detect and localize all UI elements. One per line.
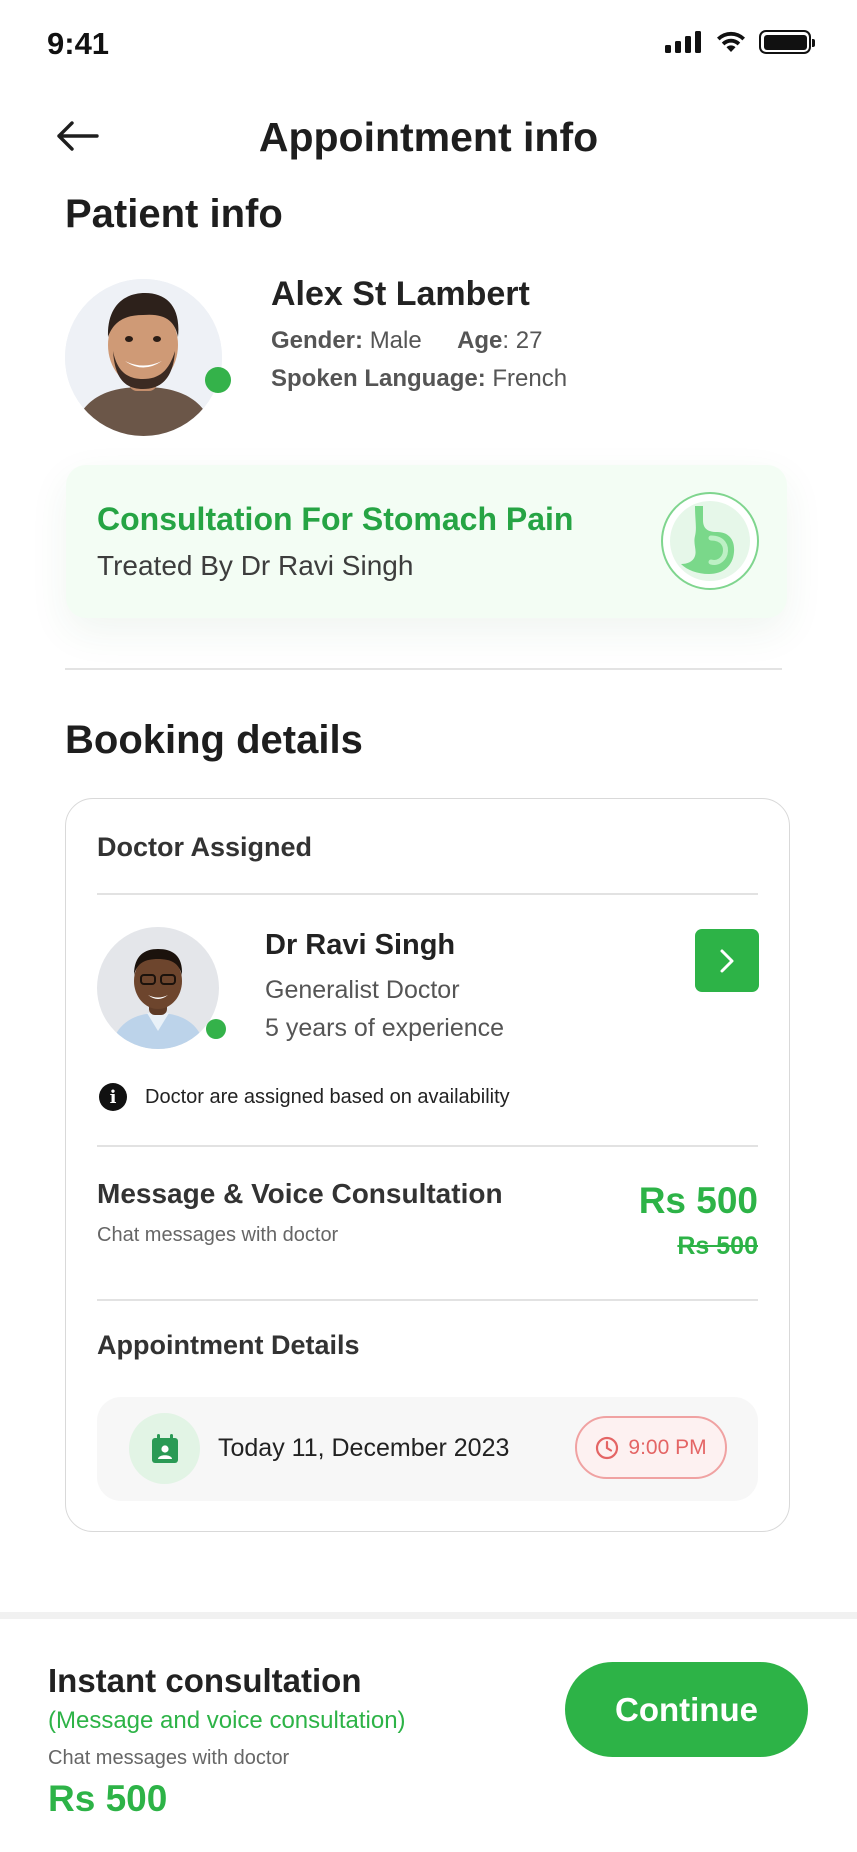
bottom-subtitle: (Message and voice consultation) [48, 1707, 406, 1734]
continue-button[interactable]: Continue [565, 1662, 808, 1757]
section-divider [65, 668, 782, 670]
gender-value: Male [369, 327, 422, 354]
booking-card: Doctor Assigned Dr Ravi Singh Generalist… [65, 798, 790, 1532]
doctor-photo [97, 927, 219, 1049]
booking-details-title: Booking details [65, 718, 363, 762]
info-icon: i [99, 1083, 127, 1111]
appointment-date: Today 11, December 2023 [218, 1434, 510, 1462]
bottom-title: Instant consultation [48, 1662, 362, 1699]
status-bar: 9:41 [0, 0, 857, 90]
calendar-icon [151, 1433, 178, 1463]
stomach-badge [661, 492, 759, 590]
bottom-bar: Instant consultation (Message and voice … [0, 1612, 857, 1852]
treated-by: Treated By Dr Ravi Singh [97, 550, 414, 581]
patient-gender-age: Gender: Male Age: 27 [271, 327, 542, 355]
status-time: 9:41 [47, 26, 110, 61]
doctor-assigned-heading: Doctor Assigned [97, 832, 313, 862]
patient-info-title: Patient info [65, 192, 283, 236]
battery-icon [759, 30, 815, 54]
gender-label: Gender: [271, 327, 364, 354]
doctor-avatar[interactable] [97, 927, 219, 1049]
plan-subtitle: Chat messages with doctor [97, 1224, 339, 1246]
card-divider [97, 1299, 758, 1301]
age-value: : 27 [502, 327, 543, 354]
clock-icon [596, 1436, 619, 1459]
consultation-title: Consultation For Stomach Pain [97, 501, 574, 537]
availability-note: Doctor are assigned based on availabilit… [145, 1086, 510, 1108]
doctor-specialty: Generalist Doctor [265, 976, 460, 1004]
wifi-icon [717, 31, 745, 52]
plan-price: Rs 500 [638, 1180, 758, 1221]
status-icons [665, 30, 815, 54]
doctor-experience: 5 years of experience [265, 1014, 505, 1042]
appointment-date-row: Today 11, December 2023 9:00 PM [97, 1397, 758, 1501]
card-divider [97, 1145, 758, 1147]
stomach-icon [670, 501, 750, 581]
bottom-price: Rs 500 [48, 1778, 168, 1819]
bottom-note: Chat messages with doctor [48, 1747, 290, 1769]
doctor-name: Dr Ravi Singh [265, 929, 456, 961]
doctor-online-indicator [206, 1019, 226, 1039]
patient-avatar[interactable] [65, 279, 222, 436]
consultation-card[interactable]: Consultation For Stomach Pain Treated By… [66, 465, 787, 618]
patient-online-indicator [205, 367, 231, 393]
appointment-details-heading: Appointment Details [97, 1330, 360, 1360]
plan-old-price: Rs 500 [677, 1232, 758, 1260]
age-label: Age [457, 327, 503, 354]
appointment-time: 9:00 PM [628, 1435, 707, 1459]
page-title: Appointment info [258, 114, 599, 160]
language-value: French [492, 365, 568, 392]
chevron-right-icon [720, 949, 734, 972]
patient-name: Alex St Lambert [271, 275, 530, 313]
patient-language: Spoken Language: French [271, 365, 567, 393]
calendar-badge [129, 1413, 200, 1484]
doctor-details-button[interactable] [695, 929, 759, 992]
patient-photo [65, 279, 222, 436]
plan-title: Message & Voice Consultation [97, 1178, 503, 1209]
signal-icon [665, 31, 701, 53]
language-label: Spoken Language: [271, 365, 486, 392]
appointment-time-pill[interactable]: 9:00 PM [575, 1416, 727, 1479]
card-divider [97, 893, 758, 895]
